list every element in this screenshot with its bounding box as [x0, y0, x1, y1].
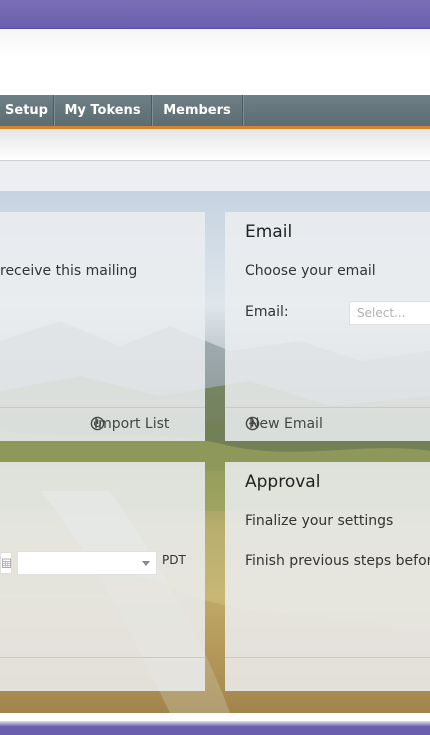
nav-item-setup[interactable]: Setup — [0, 95, 54, 126]
import-list-link[interactable]: Import List — [90, 416, 169, 432]
email-panel-title: Email — [245, 222, 293, 242]
header-area — [0, 29, 430, 95]
approval-panel: Approval Finalize your settings Finish p… — [225, 462, 430, 691]
approval-note: Finish previous steps before — [245, 553, 430, 569]
import-list-label: Import List — [94, 416, 170, 432]
nav-item-members[interactable]: Members — [152, 95, 243, 126]
new-email-link[interactable]: New Email — [245, 416, 323, 432]
new-email-label: New Email — [249, 416, 323, 432]
main-nav: Setup My Tokens Members — [0, 95, 430, 129]
time-select[interactable] — [17, 551, 157, 575]
sub-toolbar — [0, 129, 430, 161]
content-spacer — [0, 161, 430, 191]
approval-footer — [225, 657, 430, 692]
recipients-description: receive this mailing — [0, 263, 138, 279]
email-field-label: Email: — [245, 304, 289, 320]
bottom-accent-bar — [0, 721, 430, 735]
email-footer: New Email — [225, 407, 430, 442]
schedule-panel: PDT — [0, 462, 205, 691]
nav-item-my-tokens[interactable]: My Tokens — [54, 95, 152, 126]
timezone-label: PDT — [162, 553, 186, 567]
email-panel: Email Choose your email Email: Select...… — [225, 212, 430, 441]
email-panel-subtitle: Choose your email — [245, 263, 376, 279]
chevron-down-icon — [142, 561, 150, 566]
background-landscape: receive this mailing Import List Email C… — [0, 191, 430, 713]
top-accent-bar — [0, 0, 430, 29]
schedule-footer — [0, 657, 205, 692]
recipients-panel: receive this mailing Import List — [0, 212, 205, 441]
approval-panel-title: Approval — [245, 472, 321, 492]
email-select[interactable]: Select... — [349, 301, 430, 325]
approval-panel-subtitle: Finalize your settings — [245, 513, 394, 529]
footer-gap — [0, 713, 430, 721]
recipients-footer: Import List — [0, 407, 205, 442]
date-picker-button[interactable] — [0, 552, 12, 574]
